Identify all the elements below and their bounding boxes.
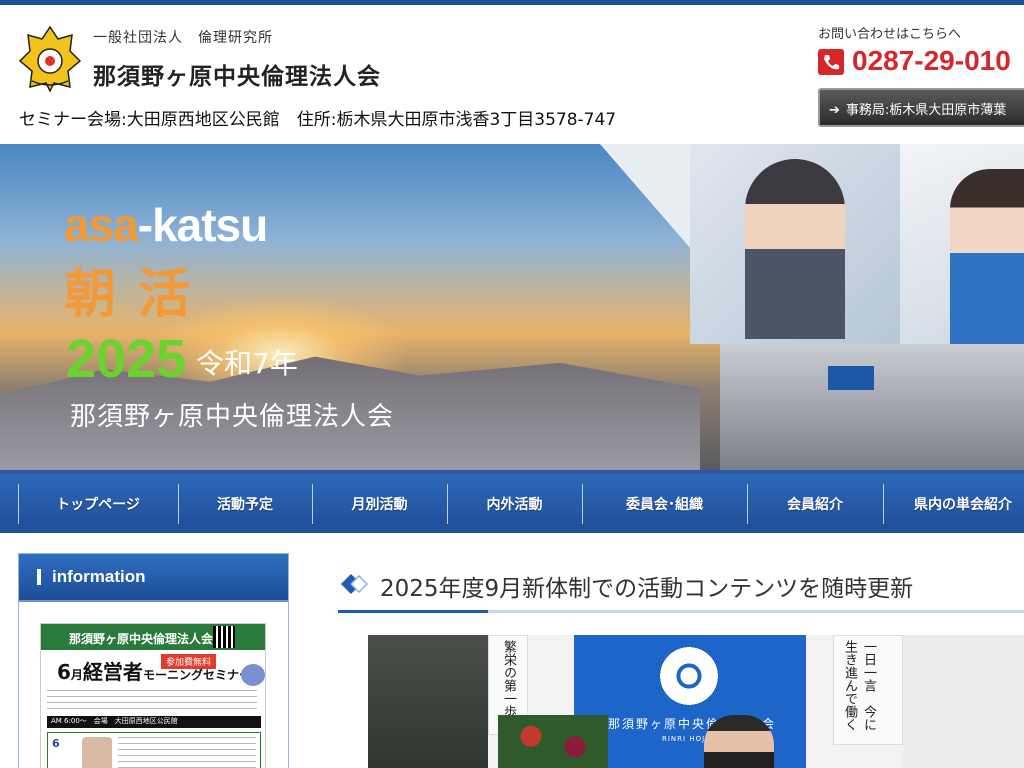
nav-item-committee[interactable]: 委員会･組織 — [582, 474, 747, 533]
nav-item-top[interactable]: トップページ — [18, 474, 178, 533]
flyer-title-a: 月 — [70, 668, 83, 682]
flyer-speaker-text — [118, 737, 256, 768]
sidebar-header: information — [19, 554, 288, 602]
flyer-description — [47, 690, 257, 714]
photo-flowers — [498, 715, 608, 768]
content-heading: 2025年度9月新体制での活動コンテンツを随時更新 — [338, 563, 1024, 613]
photo-blackboard — [368, 635, 488, 768]
site-header: 一般社団法人 倫理研究所 那須野ヶ原中央倫理法人会 セミナー会場:大田原西地区公… — [0, 5, 1024, 144]
phone-number[interactable]: 0287-29-010 — [852, 45, 1011, 77]
diamond-icon — [341, 574, 369, 594]
phone-icon — [818, 49, 844, 75]
nav-item-monthly[interactable]: 月別活動 — [312, 474, 447, 533]
flyer-date: 6 — [52, 737, 60, 750]
hero-person-blue — [950, 169, 1024, 344]
hero-era: 令和7年 — [196, 347, 298, 380]
office-button[interactable]: ➔ 事務局:栃木県大田原市薄葉 — [818, 88, 1024, 127]
hero-title-jp: 朝活 — [64, 265, 213, 325]
flyer-flower-image — [241, 664, 265, 686]
contact-label: お問い合わせはこちらへ — [818, 27, 962, 42]
content-heading-text: 2025年度9月新体制での活動コンテンツを随時更新 — [380, 576, 914, 602]
flyer-title-c: モーニングセミナー — [142, 668, 251, 682]
heading-underline-accent — [338, 610, 488, 613]
flyer-title: 6月経営者モーニングセミナー — [57, 656, 251, 685]
sidebar-title: information — [52, 567, 146, 586]
photo-scroll-left-text: 繁栄の第一歩 — [501, 640, 516, 718]
hero-person-suit — [745, 159, 845, 339]
flyer-title-b: 経営者 — [82, 660, 143, 684]
site-title[interactable]: 那須野ヶ原中央倫理法人会 — [93, 57, 381, 91]
venue-address: セミナー会場:大田原西地区公民館 住所:栃木県大田原市浅香3丁目3578-747 — [19, 110, 617, 130]
hero-year: 2025 — [66, 329, 187, 389]
main-nav: トップページ 活動予定 月別活動 内外活動 委員会･組織 会員紹介 県内の単会紹… — [0, 470, 1024, 533]
hero-org-name: 那須野ヶ原中央倫理法人会 — [70, 402, 395, 432]
sidebar: information 那須野ヶ原中央倫理法人会 参加費無料 6月経営者モーニン… — [18, 553, 289, 768]
nav-item-members[interactable]: 会員紹介 — [747, 474, 883, 533]
nav-item-schedule[interactable]: 活動予定 — [178, 474, 312, 533]
photo-speaker — [704, 715, 774, 768]
flyer-speaker-row: 6 — [47, 732, 261, 768]
flyer-month: 6 — [57, 660, 71, 684]
photo-scroll-right-text: 一日一言 今に生き進んで働く — [842, 640, 876, 731]
sidebar-header-bar — [37, 569, 41, 585]
nav-item-prefecture[interactable]: 県内の単会紹介 — [883, 474, 1024, 533]
office-button-label: 事務局:栃木県大田原市薄葉 — [845, 103, 1007, 118]
photo-wall — [903, 635, 1024, 768]
flyer-time: AM 6:00～ 会場 大田原西地区公民館 — [47, 716, 261, 728]
emblem-logo[interactable] — [18, 25, 82, 93]
hero-title-en: asa-katsu — [64, 198, 268, 252]
hero-title-en-a: asa — [64, 199, 139, 251]
nav-item-activities[interactable]: 内外活動 — [447, 474, 582, 533]
photo-scroll-right: 一日一言 今に生き進んで働く — [833, 635, 903, 745]
hero-photo-seminar — [720, 344, 1024, 470]
hero-seminar-banner — [828, 366, 874, 390]
qr-code-icon — [213, 626, 235, 648]
arrow-right-icon: ➔ — [829, 103, 840, 118]
hero-banner: asa-katsu 朝活 2025 令和7年 那須野ヶ原中央倫理法人会 — [0, 144, 1024, 470]
photo-emblem — [656, 641, 722, 711]
seminar-photo: 繁栄の第一歩 那須野ヶ原中央倫理法人会 RINRI HOJINKAI 一日一言 … — [368, 635, 1024, 768]
hero-title-en-b: -katsu — [137, 199, 268, 251]
org-subtitle: 一般社団法人 倫理研究所 — [93, 30, 273, 46]
flyer-speaker-photo — [82, 737, 112, 768]
seminar-flyer[interactable]: 那須野ヶ原中央倫理法人会 参加費無料 6月経営者モーニングセミナー AM 6:0… — [40, 623, 266, 768]
